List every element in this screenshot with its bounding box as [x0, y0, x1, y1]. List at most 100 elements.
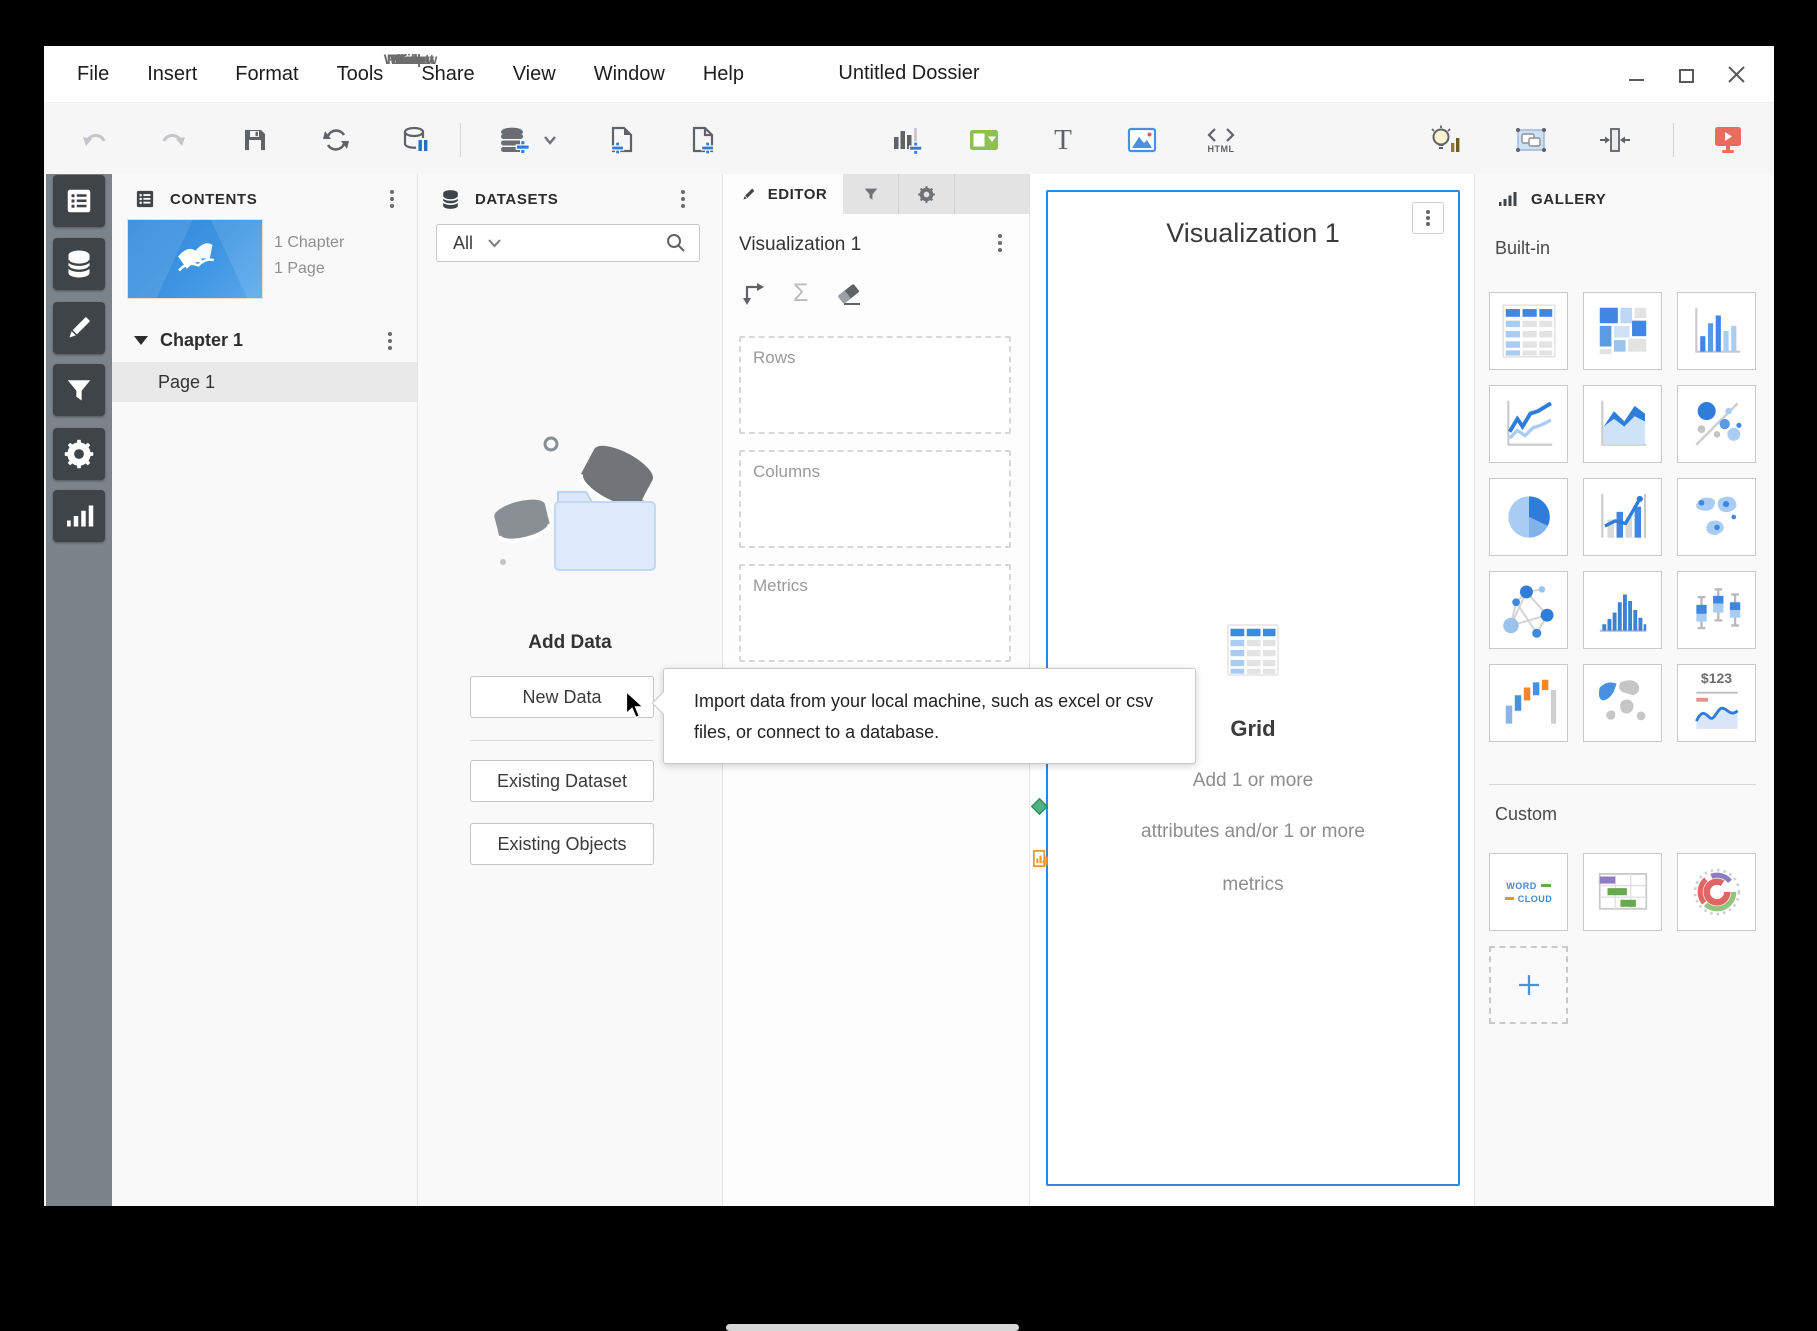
window-minimize-button[interactable]: [1626, 64, 1646, 84]
gallery-tile-bubble-chart[interactable]: [1677, 385, 1756, 463]
custom-section-label: Custom: [1495, 804, 1557, 825]
gallery-tile-combo-chart[interactable]: [1583, 478, 1662, 556]
sidebar-item-contents[interactable]: [53, 175, 105, 227]
editor-viz-title: Visualization 1: [739, 234, 861, 256]
window-maximize-button[interactable]: [1676, 64, 1696, 84]
toolbar: T HTML: [44, 102, 1774, 174]
window-close-button[interactable]: [1726, 64, 1746, 84]
save-button[interactable]: [232, 117, 278, 163]
present-button[interactable]: [1705, 117, 1751, 163]
insights-button[interactable]: [1422, 117, 1468, 163]
editor-tabstrip: EDITOR: [723, 174, 1029, 214]
gallery-tile-area-chart[interactable]: [1583, 385, 1662, 463]
gallery-tile-line-chart[interactable]: [1489, 385, 1568, 463]
gallery-tile-world-map[interactable]: [1583, 664, 1662, 742]
gallery-tile-heat-map[interactable]: [1583, 292, 1662, 370]
mouse-cursor: [622, 690, 648, 720]
plus-icon: [1512, 968, 1546, 1002]
totals-icon[interactable]: Σ: [793, 281, 808, 306]
redo-icon: [159, 127, 187, 153]
left-sidebar: [46, 174, 112, 1206]
metric-icon: [1031, 849, 1050, 868]
gallery-header: GALLERY: [1531, 191, 1606, 208]
gallery-tile-box-plot[interactable]: [1677, 571, 1756, 649]
sidebar-item-visualizations[interactable]: [53, 490, 105, 542]
undo-button[interactable]: [72, 117, 118, 163]
swap-axes-icon[interactable]: [741, 280, 767, 306]
gallery-tile-network[interactable]: [1489, 571, 1568, 649]
gallery-tile-histogram[interactable]: [1583, 571, 1662, 649]
gallery-tile-sunburst[interactable]: [1677, 853, 1756, 931]
add-data-title: Add Data: [418, 632, 722, 654]
dataset-filter-value[interactable]: All: [453, 233, 473, 254]
redo-button[interactable]: [150, 117, 196, 163]
editor-viz-menu-button[interactable]: [989, 232, 1011, 254]
add-image-button[interactable]: [1119, 117, 1165, 163]
tile-value-label: $123: [1678, 670, 1755, 686]
attribute-icon: [1031, 798, 1048, 815]
eraser-icon[interactable]: [834, 280, 862, 306]
button-divider: [470, 740, 654, 741]
page-row-selected[interactable]: Page 1: [112, 362, 417, 402]
add-page-button[interactable]: [680, 117, 726, 163]
contents-menu-button[interactable]: [381, 188, 403, 210]
existing-dataset-button[interactable]: Existing Dataset: [470, 760, 654, 802]
sidebar-item-editor[interactable]: [53, 302, 105, 354]
add-text-button[interactable]: T: [1040, 117, 1086, 163]
tab-settings[interactable]: [899, 174, 955, 214]
datasets-menu-button[interactable]: [672, 188, 694, 210]
add-selector-button[interactable]: [961, 117, 1007, 163]
horizontal-scrollbar-thumb[interactable]: [726, 1324, 1019, 1331]
chevron-down-icon: [545, 137, 555, 143]
menu-bar: FileFileInsertInsertFormatFormatToolsToo…: [58, 46, 763, 102]
add-visualization-button[interactable]: [883, 117, 929, 163]
gallery-tile-waterfall[interactable]: [1489, 664, 1568, 742]
add-chapter-button[interactable]: [599, 117, 645, 163]
search-icon[interactable]: [665, 232, 687, 254]
existing-objects-button[interactable]: Existing Objects: [470, 823, 654, 865]
dropzone-rows[interactable]: Rows: [739, 336, 1011, 434]
app-window: FileFileInsertInsertFormatFormatToolsToo…: [44, 46, 1774, 1206]
tab-filter[interactable]: [843, 174, 899, 214]
refresh-button[interactable]: [313, 117, 359, 163]
add-chapter-icon: [607, 125, 637, 155]
add-data-illustration: [463, 414, 673, 594]
gallery-tile-pie-chart[interactable]: [1489, 478, 1568, 556]
image-icon: [1127, 127, 1157, 153]
gallery-icon: [1495, 187, 1519, 211]
gallery-tile-geospatial-map[interactable]: [1677, 478, 1756, 556]
free-form-layout-button[interactable]: [1508, 117, 1554, 163]
visualization-title: Visualization 1: [1048, 218, 1458, 249]
gallery-tile-grid[interactable]: [1489, 292, 1568, 370]
dataset-status-button[interactable]: [393, 117, 439, 163]
tab-editor[interactable]: EDITOR: [723, 174, 843, 214]
dropzone-metrics-label: Metrics: [753, 576, 1009, 596]
dropzone-columns[interactable]: Columns: [739, 450, 1011, 548]
gallery-tile-bar-chart[interactable]: [1677, 292, 1756, 370]
sidebar-item-filters[interactable]: [53, 364, 105, 416]
gallery-panel: GALLERY Built-in: [1475, 174, 1774, 1206]
collapse-chapter-icon[interactable]: [134, 336, 148, 345]
chapter-menu-button[interactable]: [379, 330, 401, 352]
chevron-down-icon[interactable]: [487, 238, 502, 249]
gallery-tile-add-custom[interactable]: [1489, 946, 1568, 1024]
refresh-icon: [322, 126, 350, 154]
gallery-tile-word-cloud[interactable]: WORDCLOUD: [1489, 853, 1568, 931]
filter-icon: [861, 184, 881, 204]
chapter-row[interactable]: Chapter 1: [112, 322, 417, 358]
dropzone-metrics[interactable]: Metrics: [739, 564, 1011, 662]
gallery-tile-gantt[interactable]: [1583, 853, 1662, 931]
sidebar-item-datasets[interactable]: [53, 238, 105, 290]
sidebar-item-settings[interactable]: [53, 428, 105, 480]
add-data-button[interactable]: [494, 117, 564, 163]
menu-item-help[interactable]: HelpHelp: [684, 63, 763, 86]
contents-panel: CONTENTS 1 Chapter 1 Page Ch: [112, 174, 418, 1206]
dataset-search-box[interactable]: All: [436, 224, 700, 262]
window-title: Untitled Dossier: [838, 62, 979, 85]
gallery-tile-kpi[interactable]: $123: [1677, 664, 1756, 742]
add-visualization-icon: [890, 125, 922, 155]
add-html-button[interactable]: HTML: [1198, 117, 1244, 163]
builtin-section-label: Built-in: [1495, 238, 1550, 259]
fit-to-window-button[interactable]: [1592, 117, 1638, 163]
dossier-thumbnail[interactable]: [128, 220, 262, 298]
